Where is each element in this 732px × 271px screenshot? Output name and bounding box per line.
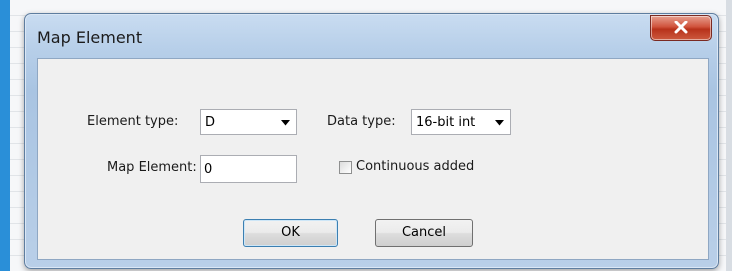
chevron-down-icon bbox=[495, 120, 504, 126]
map-element-input[interactable]: 0 bbox=[200, 155, 297, 183]
element-type-value: D bbox=[205, 115, 216, 130]
dialog-title: Map Element bbox=[37, 28, 143, 47]
close-icon bbox=[674, 21, 688, 34]
data-type-dropdown[interactable]: 16-bit int bbox=[411, 109, 511, 135]
ok-button[interactable]: OK bbox=[243, 219, 338, 247]
dialog-client-area: Element type: D Data type: 16-bit int Ma… bbox=[37, 58, 709, 260]
continuous-added-label[interactable]: Continuous added bbox=[356, 159, 474, 174]
data-type-value: 16-bit int bbox=[416, 115, 476, 130]
map-element-label: Map Element: bbox=[107, 160, 197, 175]
element-type-dropdown[interactable]: D bbox=[200, 109, 297, 135]
element-type-label: Element type: bbox=[87, 114, 179, 129]
cancel-button[interactable]: Cancel bbox=[375, 219, 473, 247]
data-type-label: Data type: bbox=[327, 114, 396, 129]
right-edge-strip bbox=[726, 0, 732, 271]
close-button[interactable] bbox=[650, 15, 712, 41]
left-accent-strip bbox=[0, 0, 10, 271]
map-element-dialog: Map Element Element type: D Data type: 1… bbox=[24, 13, 719, 269]
map-element-value: 0 bbox=[204, 162, 213, 177]
continuous-added-checkbox[interactable] bbox=[339, 161, 352, 174]
chevron-down-icon bbox=[281, 120, 290, 126]
